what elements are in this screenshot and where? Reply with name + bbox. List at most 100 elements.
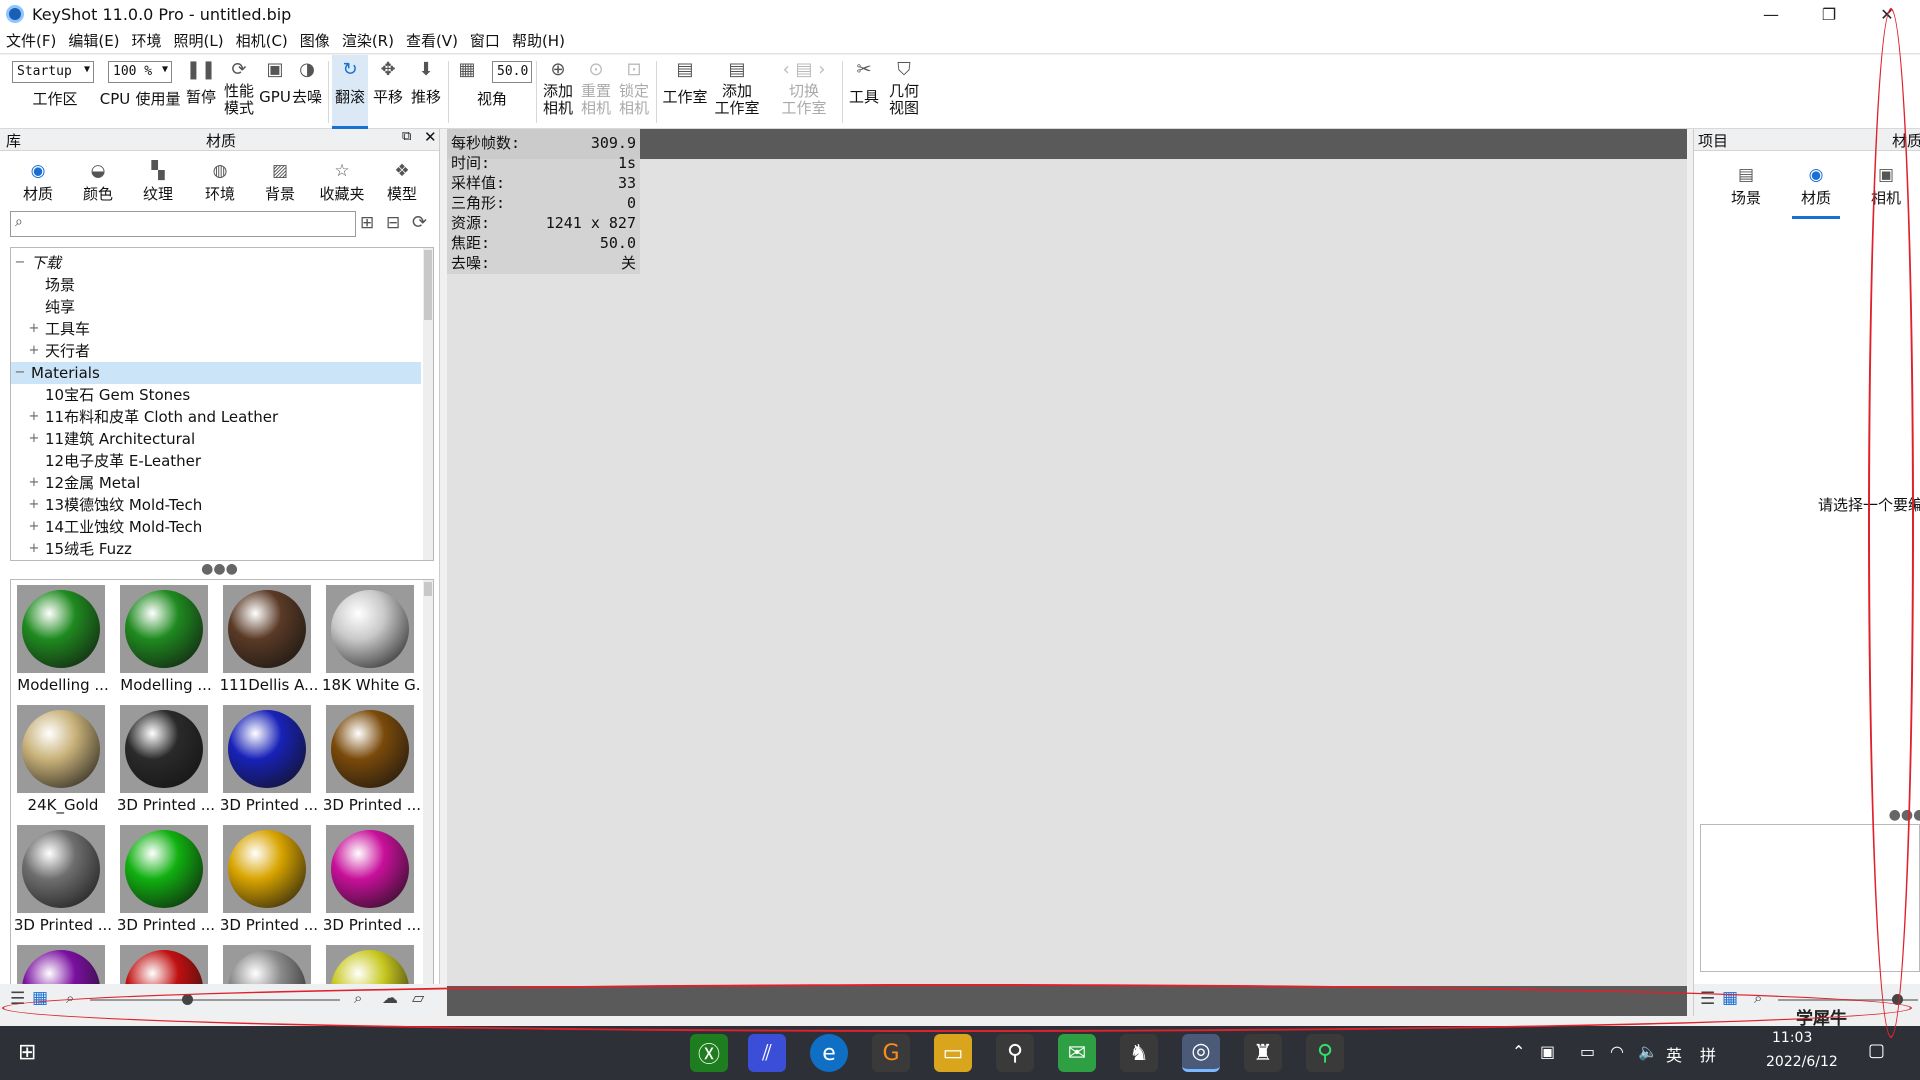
tree-row-chunxiang[interactable]: 纯享 (11, 296, 421, 318)
close-button[interactable]: ✕ (1858, 0, 1916, 28)
search-tool-icon[interactable]: ⚲ (1306, 1034, 1344, 1072)
switch-studio-button[interactable]: ‹ ▤ › 切换 工作室 (776, 55, 832, 129)
material-thumbnail[interactable]: 3D Printed ... (13, 822, 112, 934)
menu-view[interactable]: 查看(V) (406, 30, 458, 51)
material-thumbnail[interactable]: 3D Printed ... (322, 822, 421, 934)
material-thumbnail[interactable]: Modelling ... (13, 582, 109, 694)
tree-row-mold-tech[interactable]: +13模德蚀纹 Mold-Tech (11, 494, 421, 516)
render-viewport[interactable]: 每秒帧数: 309.9 时间: 1s 采样值: 33 三角形: 0 资源: 1241 x 827 焦… (447, 129, 1687, 1016)
slider-handle[interactable] (182, 994, 193, 1005)
refresh-icon[interactable]: ⟳ (412, 212, 427, 233)
tree-row-architectural[interactable]: +11建筑 Architectural (11, 428, 421, 450)
grid-view-icon[interactable]: ▦ (32, 988, 48, 1008)
cpu-label[interactable]: CPU (100, 91, 131, 121)
thumbnail-size-slider[interactable] (90, 999, 340, 1001)
folder-remove-icon[interactable]: ⊟ (386, 213, 400, 233)
slider-handle[interactable] (1892, 994, 1903, 1005)
material-thumbnail[interactable]: 3D Printed ... (219, 822, 318, 934)
edge-browser-icon[interactable]: e (810, 1034, 848, 1072)
material-thumbnail[interactable]: 3D Printed ... (116, 702, 215, 814)
clock-date[interactable]: 2022/6/12 (1766, 1054, 1838, 1070)
tree-row-materials[interactable]: − Materials (11, 362, 421, 384)
tree-row-e-leather[interactable]: 12电子皮革 E-Leather (11, 450, 421, 472)
qq-icon[interactable]: ♞ (1120, 1034, 1158, 1072)
material-thumbnail[interactable]: 3D Printed ... (219, 702, 318, 814)
windows-start-icon[interactable]: ⊞ (18, 1040, 36, 1065)
restore-button[interactable]: ❐ (1800, 0, 1858, 28)
cloud-icon[interactable]: ☁ (382, 988, 398, 1007)
close-panel-icon[interactable]: ✕ (424, 128, 437, 146)
render-usage-select[interactable]: 100 % ▼ (108, 61, 172, 83)
menu-camera[interactable]: 相机(C) (236, 30, 288, 51)
tree-scrollbar[interactable] (423, 248, 433, 560)
notification-icon[interactable]: ▢ (1868, 1040, 1885, 1061)
battery-icon[interactable]: ▭ (1580, 1042, 1595, 1061)
folder-icon[interactable]: ▱ (412, 988, 424, 1007)
menu-file[interactable]: 文件(F) (6, 30, 56, 51)
tab-scene[interactable]: ▤ 场景 (1716, 155, 1776, 225)
collapse-icon[interactable]: − (13, 362, 27, 384)
tree-row-industrial-mold-tech[interactable]: +14工业蚀纹 Mold-Tech (11, 516, 421, 538)
tumble-button[interactable]: ↻ 翻滚 (332, 55, 368, 129)
geometry-view-button[interactable]: ⛉ 几何 视图 (886, 55, 922, 129)
tree-row-skywalker[interactable]: + 天行者 (11, 340, 421, 362)
tree-row-downloads[interactable]: − 下载 (11, 252, 421, 274)
folder-add-icon[interactable]: ⊞ (360, 213, 374, 233)
add-camera-button[interactable]: ⊕ 添加 相机 (540, 55, 576, 129)
scrollbar-thumb[interactable] (424, 250, 432, 320)
zoom-in-icon[interactable]: ⌕ (354, 989, 362, 1007)
library-search-input[interactable]: ⌕ (10, 211, 356, 237)
expand-icon[interactable]: + (27, 406, 41, 428)
menu-image[interactable]: 图像 (300, 30, 330, 51)
grammarly-icon[interactable]: G (872, 1034, 910, 1072)
fov-icon-button[interactable]: ▦ (452, 55, 482, 85)
tray-app-icon[interactable]: ▣ (1540, 1042, 1555, 1061)
list-view-icon[interactable]: ☰ (1700, 989, 1715, 1009)
collapse-icon[interactable]: − (13, 252, 27, 274)
pause-button[interactable]: ❚❚ 暂停 (184, 55, 218, 129)
material-thumbnail[interactable]: 18K White G... (322, 582, 422, 694)
scrollbar-thumb[interactable] (424, 582, 432, 596)
expand-icon[interactable]: + (27, 472, 41, 494)
tab-camera[interactable]: ▣ 相机 (1856, 155, 1916, 225)
expand-icon[interactable]: + (27, 318, 41, 340)
expand-icon[interactable]: + (27, 340, 41, 362)
tray-chevron-up-icon[interactable]: ⌃ (1512, 1042, 1525, 1061)
material-thumbnail[interactable]: 111Dellis A... (219, 582, 318, 694)
expand-icon[interactable]: + (27, 538, 41, 560)
studio-button[interactable]: ▤ 工作室 (660, 55, 710, 129)
xbox-icon[interactable]: Ⓧ (690, 1034, 728, 1072)
ime-mode[interactable]: 拼 (1700, 1042, 1716, 1066)
expand-icon[interactable]: + (27, 494, 41, 516)
menu-window[interactable]: 窗口 (470, 30, 500, 51)
clock-time[interactable]: 11:03 (1772, 1030, 1812, 1046)
menu-render[interactable]: 渲染(R) (342, 30, 394, 51)
performance-mode-button[interactable]: ⟳ 性能 模式 (222, 55, 256, 129)
material-thumbnail[interactable]: 3D Printed ... (322, 702, 421, 814)
zoom-out-icon[interactable]: ⌕ (66, 989, 74, 1007)
add-studio-button[interactable]: ▤ 添加 工作室 (712, 55, 762, 129)
input-language[interactable]: 英 (1666, 1042, 1682, 1066)
menu-help[interactable]: 帮助(H) (512, 30, 565, 51)
pan-button[interactable]: ✥ 平移 (370, 55, 406, 129)
list-view-icon[interactable]: ☰ (10, 989, 25, 1009)
material-thumbnail[interactable]: 24K_Gold (13, 702, 107, 814)
expand-icon[interactable]: + (27, 516, 41, 538)
menu-edit[interactable]: 编辑(E) (68, 30, 119, 51)
denoise-button[interactable]: ◑ 去噪 (290, 55, 324, 129)
keyshot-taskbar-icon[interactable]: ◎ (1182, 1034, 1220, 1072)
material-thumbnail[interactable]: Modelling ... (116, 582, 212, 694)
grid-view-icon[interactable]: ▦ (1722, 988, 1738, 1008)
grid-scrollbar[interactable] (423, 580, 433, 1008)
tree-row-cloth-leather[interactable]: +11布料和皮革 Cloth and Leather (11, 406, 421, 428)
rhino-icon[interactable]: ♜ (1244, 1034, 1282, 1072)
tree-row-metal[interactable]: +12金属 Metal (11, 472, 421, 494)
float-panel-icon[interactable]: ⧉ (402, 129, 411, 144)
tree-row-fuzz[interactable]: +15绒毛 Fuzz (11, 538, 421, 560)
tree-row-scene[interactable]: 场景 (11, 274, 421, 296)
wechat-icon[interactable]: ✉ (1058, 1034, 1096, 1072)
expand-icon[interactable]: + (27, 428, 41, 450)
file-explorer-icon[interactable]: ▭ (934, 1034, 972, 1072)
gpu-button[interactable]: ▣ GPU (258, 55, 292, 129)
dolly-button[interactable]: ⬇ 推移 (408, 55, 444, 129)
